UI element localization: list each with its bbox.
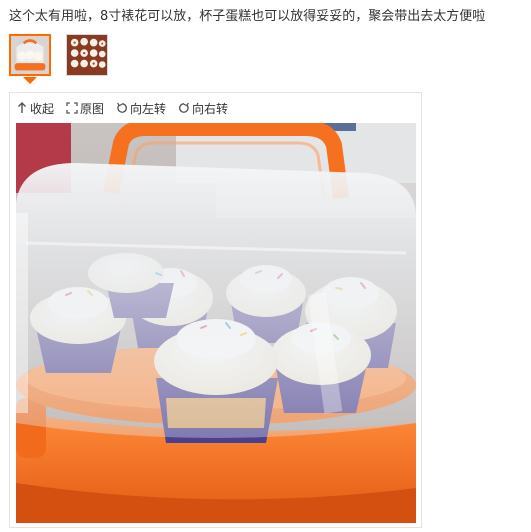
rotate-left-icon: [116, 102, 128, 114]
image-viewer: 收起 原图 向左转 向右转: [9, 92, 422, 528]
viewer-toolbar: 收起 原图 向左转 向右转: [16, 99, 240, 117]
rotate-left-button[interactable]: 向左转: [116, 100, 166, 117]
collapse-label: 收起: [30, 101, 55, 116]
expand-icon: [66, 102, 78, 114]
rotate-right-button[interactable]: 向右转: [178, 100, 228, 117]
thumbnail-cupcake-carrier[interactable]: [9, 34, 51, 76]
original-image-label: 原图: [80, 101, 105, 116]
thumbnail-cupcakes-tray[interactable]: [66, 34, 108, 76]
thumbnail-cupcake-carrier-image: [11, 36, 49, 74]
arrow-up-icon: [16, 102, 28, 114]
rotate-left-label: 向左转: [130, 101, 167, 116]
main-photo[interactable]: [16, 123, 416, 523]
review-text: 这个太有用啦，8寸裱花可以放，杯子蛋糕也可以放得妥妥的，聚会带出去太方便啦: [9, 9, 486, 24]
review-image-viewer-page: 这个太有用啦，8寸裱花可以放，杯子蛋糕也可以放得妥妥的，聚会带出去太方便啦 收起…: [0, 0, 531, 532]
cupcake-carrier-photo: [16, 123, 416, 523]
collapse-button[interactable]: 收起: [16, 100, 54, 117]
thumbnail-cupcakes-tray-image: [67, 35, 107, 75]
rotate-right-label: 向右转: [192, 101, 229, 116]
original-image-button[interactable]: 原图: [66, 100, 104, 117]
selected-thumbnail-pointer: [23, 77, 37, 84]
rotate-right-icon: [178, 102, 190, 114]
